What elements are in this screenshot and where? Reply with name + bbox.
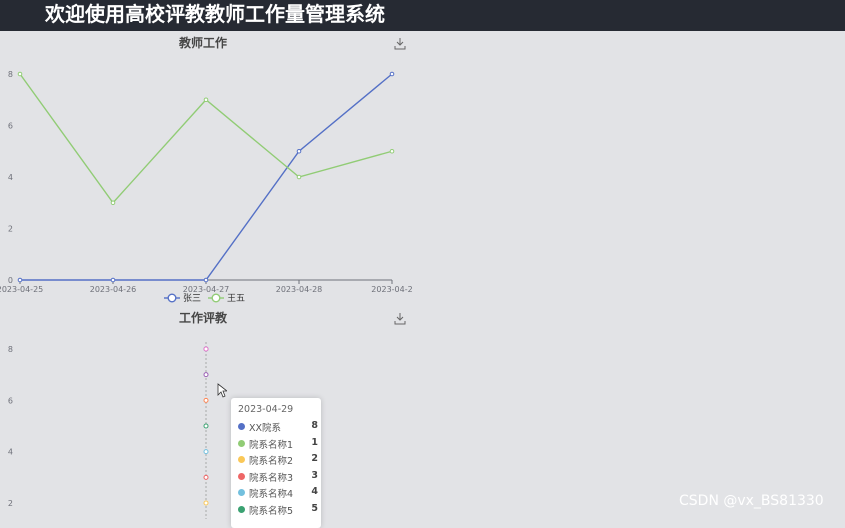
- y-tick-label: 0: [8, 276, 13, 285]
- legend-item-1[interactable]: 王五: [208, 293, 245, 304]
- tooltip-row: 院系名称2 2: [238, 453, 318, 467]
- data-point: [203, 97, 209, 103]
- tooltip-series-value: 8: [311, 420, 318, 431]
- download-icon[interactable]: [394, 38, 406, 50]
- top-bar: 欢迎使用高校评教教师工作量管理系统: [0, 0, 845, 31]
- legend-marker: [211, 293, 221, 303]
- tooltip-series-name: 院系名称5: [249, 505, 294, 517]
- teacher-work-title: 教师工作: [178, 35, 227, 50]
- tooltip-date: 2023-04-29: [238, 404, 294, 415]
- legend-label: 王五: [227, 293, 245, 304]
- data-point: [17, 71, 23, 77]
- x-tick-label: 2023-04-27: [183, 285, 230, 294]
- y-tick-label: 4: [8, 173, 13, 182]
- mouse-cursor-icon: [217, 383, 229, 402]
- tooltip-row: 院系名称4 4: [238, 486, 318, 500]
- data-point: [203, 449, 209, 455]
- data-point: [296, 174, 302, 180]
- tooltip-series-name: XX院系: [249, 423, 282, 434]
- tooltip-series-name: 院系名称4: [249, 489, 294, 500]
- data-point: [203, 474, 209, 480]
- tooltip-series-value: 4: [311, 486, 318, 497]
- tooltip-series-value: 5: [311, 502, 318, 514]
- series-color-dot: [238, 472, 245, 480]
- y-tick-label: 8: [8, 345, 13, 354]
- series-line-1: [19, 73, 393, 204]
- data-point: [389, 71, 395, 77]
- data-point: [203, 372, 209, 378]
- data-point: [203, 423, 209, 429]
- download-icon[interactable]: [394, 313, 406, 325]
- series-color-dot: [238, 505, 245, 513]
- x-tick-label: 2023-04-2: [371, 285, 412, 294]
- data-point: [203, 277, 209, 283]
- series-color-dot: [238, 489, 245, 496]
- data-point: [203, 397, 209, 403]
- tooltip-row: XX院系 8: [238, 420, 318, 434]
- watermark: CSDN @vx_BS81330: [679, 493, 824, 509]
- page-title: 欢迎使用高校评教教师工作量管理系统: [45, 2, 385, 26]
- y-tick-label: 2: [8, 225, 13, 234]
- tooltip-series-value: 2: [311, 453, 318, 464]
- y-tick-label: 6: [8, 396, 13, 405]
- tooltip-row: 院系名称3 3: [238, 469, 318, 484]
- legend-item-0[interactable]: 张三: [164, 293, 201, 304]
- legend-label: 张三: [183, 293, 201, 304]
- tooltip-series-name: 院系名称3: [249, 472, 294, 484]
- data-point: [296, 148, 302, 154]
- x-tick-label: 2023-04-28: [276, 285, 323, 294]
- tooltip-series-value: 3: [311, 469, 318, 481]
- data-point: [389, 148, 395, 154]
- series-color-dot: [238, 456, 245, 463]
- data-point: [110, 277, 116, 283]
- work-eval-chart: 工作评教 2 4 6 8: [8, 310, 406, 519]
- tooltip-series-value: 1: [311, 436, 318, 448]
- tooltip-row: 院系名称1 1: [238, 436, 318, 451]
- data-point: [203, 500, 209, 506]
- y-tick-label: 2: [8, 499, 13, 508]
- y-tick-label: 8: [8, 70, 13, 79]
- tooltip-series-name: 院系名称2: [249, 456, 294, 467]
- series-color-dot: [238, 439, 245, 447]
- x-tick-label: 2023-04-25: [0, 285, 43, 294]
- y-tick-label: 6: [8, 122, 13, 131]
- x-tick-label: 2023-04-26: [90, 285, 137, 294]
- series-line-0: [20, 73, 393, 281]
- legend-marker: [167, 293, 177, 303]
- data-point: [17, 277, 23, 283]
- y-tick-label: 4: [8, 448, 13, 457]
- chart-tooltip: 2023-04-29 XX院系 8 院系名称1 1 院系名称2 2 院系名称3 3 院系名称4 4…: [231, 398, 321, 528]
- data-point: [203, 346, 209, 352]
- series-color-dot: [238, 423, 245, 430]
- tooltip-series-name: 院系名称1: [249, 439, 294, 451]
- work-eval-title: 工作评教: [179, 310, 228, 325]
- teacher-work-chart: 教师工作 0 2 4 6 8 2023-04-25 2023-04-26 2023-04-2…: [0, 35, 413, 304]
- data-point: [110, 200, 116, 206]
- tooltip-row: 院系名称5 5: [238, 502, 318, 517]
